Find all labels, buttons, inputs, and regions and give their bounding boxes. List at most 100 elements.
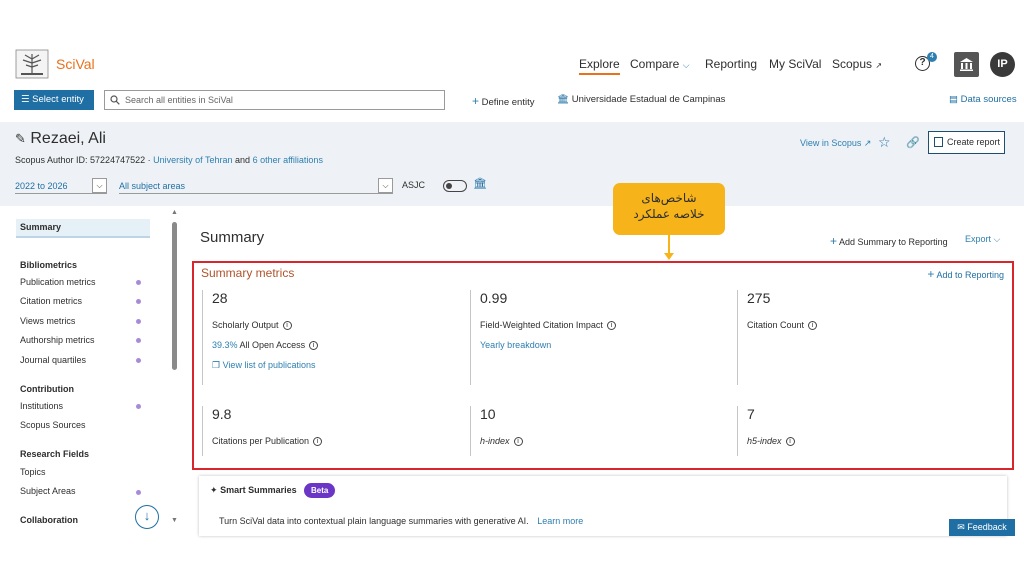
sidebar-item-subject-areas[interactable]: Subject Areas: [20, 486, 76, 496]
year-range-select[interactable]: 2022 to 2026 ⌵: [15, 178, 107, 194]
info-icon[interactable]: i: [513, 437, 523, 447]
metric-label-text: Field-Weighted Citation Impact: [480, 320, 603, 330]
open-access-percent[interactable]: 39.3%: [212, 340, 238, 350]
sidebar-item-topics[interactable]: Topics: [20, 467, 46, 477]
sidebar-item-journal-quartiles[interactable]: Journal quartiles: [20, 355, 86, 365]
select-entity-button[interactable]: ☰ Select entity: [14, 90, 94, 110]
summary-metrics-panel: Summary metrics + Add to Reporting 28 Sc…: [192, 261, 1014, 470]
sidebar-item-summary[interactable]: Summary: [16, 219, 150, 238]
author-id: Scopus Author ID: 57224747522: [15, 155, 146, 165]
export-menu[interactable]: Export ⌵: [965, 234, 1000, 245]
open-access-label: All Open Access: [239, 340, 306, 351]
scroll-down-arrow-icon[interactable]: ▼: [171, 517, 178, 524]
view-publications-label: View list of publications: [222, 360, 316, 371]
search-placeholder: Search all entities in SciVal: [125, 95, 233, 105]
entity-header: ✎ Rezaei, Ali Scopus Author ID: 57224747…: [0, 122, 1024, 206]
asjc-toggle[interactable]: [443, 180, 467, 192]
summary-metrics-title: Summary metrics: [201, 266, 295, 280]
info-icon[interactable]: i: [808, 321, 818, 331]
link-icon[interactable]: 🔗: [906, 136, 920, 149]
avatar[interactable]: IP: [990, 52, 1015, 77]
institution-button[interactable]: [954, 52, 979, 77]
search-input[interactable]: Search all entities in SciVal: [104, 90, 445, 110]
sidebar-heading-contribution: Contribution: [20, 384, 74, 394]
external-link-icon: ↗: [863, 138, 872, 148]
sidebar-item-views-metrics[interactable]: Views metrics: [20, 316, 75, 326]
subject-area-value: All subject areas: [119, 181, 186, 191]
info-icon[interactable]: i: [282, 321, 292, 331]
info-icon[interactable]: i: [309, 341, 319, 351]
nav-reporting[interactable]: Reporting: [705, 57, 757, 71]
elsevier-logo-icon[interactable]: [15, 49, 49, 79]
view-publications-link[interactable]: ❐ View list of publications: [212, 360, 462, 371]
beta-badge: Beta: [304, 483, 336, 498]
chat-icon: ✉: [957, 522, 965, 532]
institution-icon: 🏛: [557, 94, 570, 105]
smart-summaries-card: ✦ Smart Summaries Beta Turn SciVal data …: [199, 476, 1007, 536]
other-affiliations-link[interactable]: 6 other affiliations: [253, 155, 323, 165]
scrollbar-thumb[interactable]: [172, 222, 177, 370]
view-in-scopus-link[interactable]: View in Scopus ↗: [800, 138, 871, 149]
define-entity-button[interactable]: + Define entity: [472, 94, 534, 108]
callout-line-2: خلاصه عملکرد: [633, 207, 705, 221]
add-to-reporting-label: Add to Reporting: [936, 270, 1004, 280]
status-dot: [136, 358, 141, 363]
metric-label-text: Scholarly Output: [212, 320, 279, 330]
scroll-up-arrow-icon[interactable]: ▲: [171, 209, 178, 216]
sidebar-item-citation-metrics[interactable]: Citation metrics: [20, 296, 82, 306]
scroll-down-button[interactable]: ↓: [135, 505, 159, 529]
metric-label-text: h5-index: [747, 436, 782, 446]
info-icon[interactable]: i: [313, 437, 323, 447]
metric-fwci: 0.99 Field-Weighted Citation Impact i Yea…: [470, 290, 730, 385]
sidebar-heading-collaboration: Collaboration: [20, 515, 78, 525]
data-sources-label: Data sources: [960, 94, 1017, 105]
metric-label: h5-index i: [747, 436, 997, 447]
plus-icon: +: [830, 234, 838, 248]
metric-label-text: Citation Count: [747, 320, 805, 330]
subject-area-select[interactable]: All subject areas ⌵: [119, 178, 393, 194]
yearly-breakdown-link[interactable]: Yearly breakdown: [480, 340, 730, 350]
sidebar-item-institutions[interactable]: Institutions: [20, 401, 63, 411]
nav-scopus-label: Scopus: [832, 57, 873, 71]
nav-explore[interactable]: Explore: [579, 57, 620, 75]
page-title: Summary: [200, 229, 265, 246]
metric-label-text: Citations per Publication: [212, 436, 310, 446]
nav-my-scival[interactable]: My SciVal: [769, 57, 821, 71]
feedback-button[interactable]: ✉ Feedback: [949, 519, 1015, 536]
metric-label: Citations per Publication i: [212, 436, 462, 447]
add-to-reporting-button[interactable]: + Add to Reporting: [927, 267, 1004, 281]
list-icon: ☰: [21, 94, 30, 105]
chevron-down-icon: ⌵: [682, 60, 690, 70]
info-icon[interactable]: i: [785, 437, 795, 447]
yearly-breakdown-label: Yearly breakdown: [480, 340, 552, 351]
create-report-button[interactable]: Create report: [928, 131, 1005, 154]
report-icon: [934, 137, 943, 147]
sidebar-item-publication-metrics[interactable]: Publication metrics: [20, 277, 96, 287]
select-entity-label: Select entity: [32, 94, 84, 105]
institution-icon: [960, 58, 973, 71]
sidebar-heading-bibliometrics: Bibliometrics: [20, 260, 78, 270]
sparkle-icon: ✦: [210, 485, 218, 495]
status-dot: [136, 338, 141, 343]
search-icon: [110, 95, 120, 105]
feedback-label: Feedback: [967, 522, 1007, 532]
scival-brand[interactable]: SciVal: [56, 56, 95, 72]
star-icon[interactable]: ☆: [878, 134, 891, 151]
sidebar-item-scopus-sources[interactable]: Scopus Sources: [20, 420, 86, 430]
info-icon[interactable]: i: [606, 321, 616, 331]
institution-selector[interactable]: 🏛 Universidade Estadual de Campinas: [557, 94, 725, 105]
metric-label: Scholarly Output i: [212, 320, 462, 331]
add-summary-to-reporting-button[interactable]: + Add Summary to Reporting: [830, 234, 948, 248]
status-dot: [136, 299, 141, 304]
affiliation-link[interactable]: University of Tehran: [153, 155, 232, 165]
entity-name: Rezaei, Ali: [30, 130, 106, 147]
nav-scopus[interactable]: Scopus ↗: [832, 57, 882, 71]
data-sources-button[interactable]: ▤ Data sources: [949, 94, 1017, 105]
learn-more-link[interactable]: Learn more: [537, 516, 583, 526]
nav-compare[interactable]: Compare ⌵: [630, 57, 690, 71]
copy-icon: ❐: [212, 360, 221, 371]
sidebar-item-authorship-metrics[interactable]: Authorship metrics: [20, 335, 95, 345]
search-toolbar: ☰ Select entity Search all entities in S…: [0, 90, 1024, 112]
and-text: and: [235, 155, 251, 165]
status-dot: [136, 280, 141, 285]
